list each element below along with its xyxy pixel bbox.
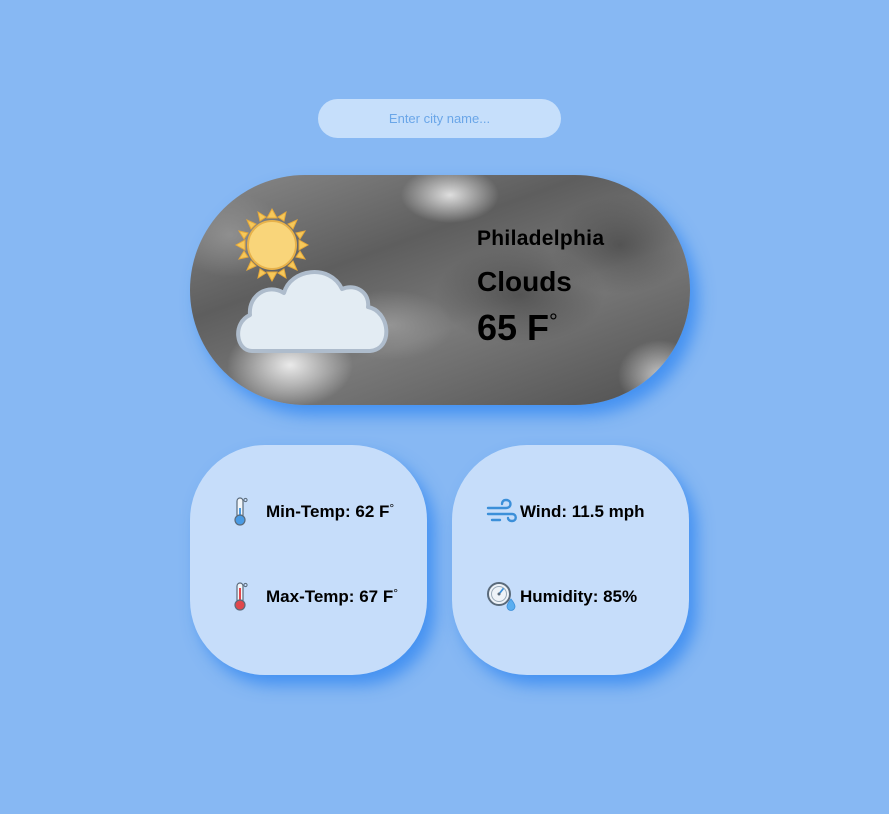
temperature-range-card: Min-Temp: 62 F° Max-Temp: 67 F° [190, 445, 427, 675]
weather-app: Philadelphia Clouds 65 F° Min-Temp: 62 F… [0, 0, 889, 814]
max-temp-stat: Max-Temp: 67 F° [228, 581, 398, 613]
wind-icon [486, 496, 518, 528]
max-temp-text: Max-Temp: 67 F [266, 587, 394, 606]
wind-humidity-card: Wind: 11.5 mph Humidity: 85% [452, 445, 689, 675]
min-temp-degree: ° [389, 501, 395, 515]
max-temp-label: Max-Temp: 67 F° [266, 586, 399, 607]
humidity-stat: Humidity: 85% [486, 581, 637, 613]
temperature-value: 65 F [477, 307, 550, 348]
min-temp-stat: Min-Temp: 62 F° [228, 496, 394, 528]
thermometer-cold-icon [228, 496, 260, 528]
city-search-input[interactable] [318, 99, 561, 138]
wind-label: Wind: 11.5 mph [520, 502, 645, 521]
thermometer-hot-icon [228, 581, 260, 613]
humidity-gauge-icon [486, 581, 518, 613]
humidity-label: Humidity: 85% [520, 587, 638, 606]
min-temp-label: Min-Temp: 62 F [266, 502, 390, 521]
current-temperature: 65 F° [477, 307, 558, 349]
wind-stat: Wind: 11.5 mph [486, 496, 645, 528]
partly-cloudy-icon [230, 203, 400, 368]
degree-symbol: ° [549, 309, 558, 334]
current-weather-card: Philadelphia Clouds 65 F° [190, 175, 690, 405]
city-name: Philadelphia [477, 227, 605, 250]
weather-condition: Clouds [477, 266, 572, 297]
max-temp-degree: ° [393, 586, 399, 600]
